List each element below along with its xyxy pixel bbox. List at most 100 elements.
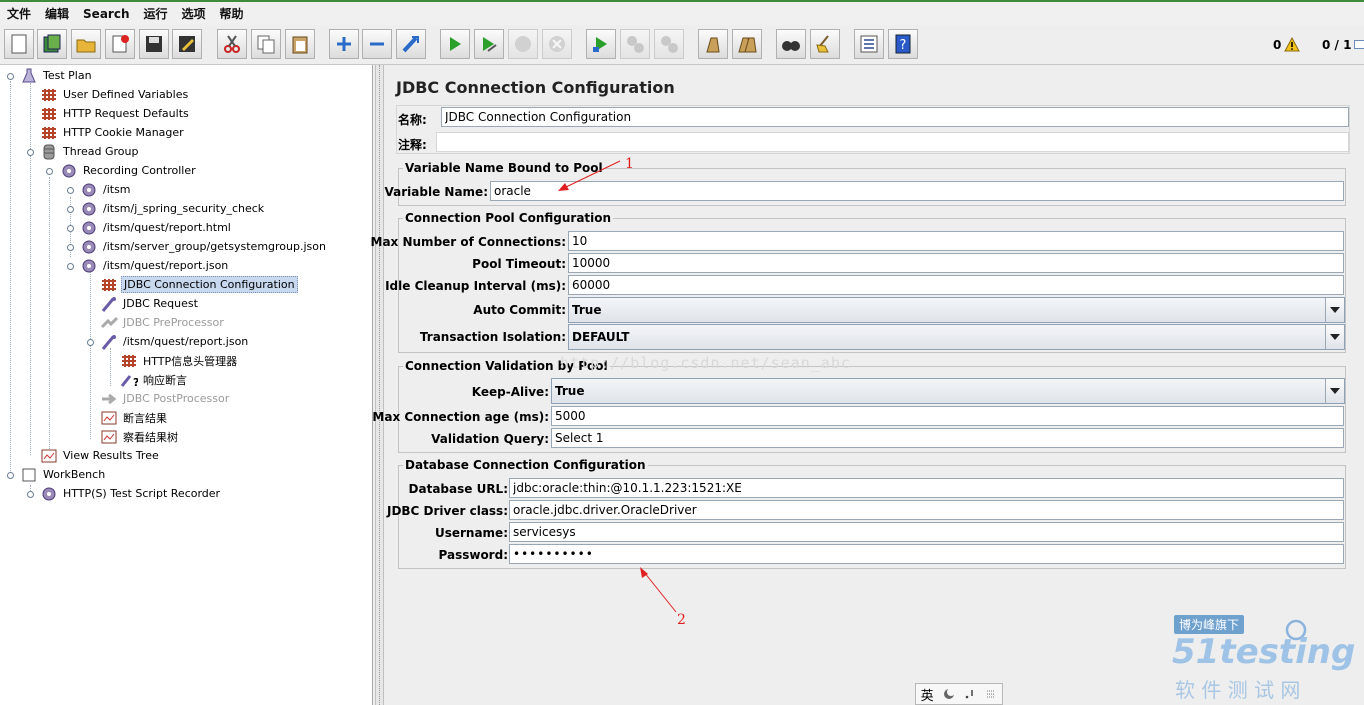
tree-node-jdbc-request[interactable]: JDBC Request bbox=[100, 294, 200, 313]
tree-node-jdbc-preprocessor[interactable]: JDBC PreProcessor bbox=[100, 313, 226, 332]
tree-node-label: 断言结果 bbox=[123, 411, 167, 425]
config-element-icon bbox=[42, 88, 56, 101]
clear-all-button[interactable] bbox=[732, 29, 762, 59]
validation-query-label: Validation Query: bbox=[431, 432, 549, 446]
panel-splitter[interactable] bbox=[375, 65, 384, 705]
moon-icon[interactable] bbox=[943, 688, 955, 700]
tree-node-spring-security-check[interactable]: /itsm/j_spring_security_check bbox=[80, 199, 266, 218]
collapse-icon bbox=[370, 42, 384, 46]
listener-icon bbox=[41, 449, 57, 462]
annotation-label-1: 1 bbox=[625, 156, 634, 172]
workbench-icon bbox=[22, 468, 36, 481]
tree-node-test-plan[interactable]: Test Plan bbox=[20, 66, 94, 85]
tree-node-getsystemgroup[interactable]: /itsm/server_group/getsystemgroup.json bbox=[80, 237, 328, 256]
tree-node-view-results-tree-cn[interactable]: 察看结果树 bbox=[100, 427, 180, 446]
tree-node-jdbc-postprocessor[interactable]: JDBC PostProcessor bbox=[100, 389, 231, 408]
warning-icon[interactable] bbox=[1284, 37, 1300, 52]
chevron-down-icon[interactable] bbox=[1325, 298, 1344, 322]
tree-node-http-header-manager[interactable]: HTTP信息头管理器 bbox=[120, 351, 239, 370]
copy-button[interactable] bbox=[251, 29, 281, 59]
chevron-down-icon[interactable] bbox=[1325, 325, 1344, 349]
open-button[interactable] bbox=[71, 29, 101, 59]
name-input[interactable] bbox=[441, 107, 1349, 127]
remote-exit-icon bbox=[661, 36, 678, 53]
tree-node-label: /itsm/quest/report.json bbox=[103, 259, 229, 272]
jdbc-driver-label: JDBC Driver class: bbox=[386, 504, 508, 518]
paste-button[interactable] bbox=[285, 29, 315, 59]
punctuation-icon[interactable] bbox=[964, 688, 976, 700]
tree-node-http-request-defaults[interactable]: HTTP Request Defaults bbox=[40, 104, 191, 123]
menu-options[interactable]: 选项 bbox=[175, 5, 213, 22]
config-element-icon bbox=[102, 278, 116, 291]
tree-node-thread-group[interactable]: Thread Group bbox=[40, 142, 140, 161]
remote-exit-button[interactable] bbox=[654, 29, 684, 59]
keep-alive-label: Keep-Alive: bbox=[471, 385, 549, 399]
test-plan-tree[interactable]: Test Plan User Defined Variables HTTP Re… bbox=[0, 65, 373, 705]
reset-search-button[interactable] bbox=[810, 29, 840, 59]
function-helper-icon bbox=[860, 35, 878, 53]
stop-button[interactable] bbox=[508, 29, 538, 59]
help-button[interactable]: ? bbox=[888, 29, 918, 59]
menu-help[interactable]: 帮助 bbox=[213, 5, 251, 22]
annotation-arrowhead-1 bbox=[558, 183, 569, 191]
remote-stop-button[interactable] bbox=[620, 29, 650, 59]
annotation-arrowhead-2 bbox=[640, 567, 648, 578]
tree-node-report-html[interactable]: /itsm/quest/report.html bbox=[80, 218, 233, 237]
collapse-all-button[interactable] bbox=[362, 29, 392, 59]
controller-icon bbox=[82, 183, 96, 196]
menu-search[interactable]: Search bbox=[76, 7, 136, 21]
keyboard-icon[interactable] bbox=[985, 688, 997, 700]
function-helper-button[interactable] bbox=[854, 29, 884, 59]
tree-node-http-cookie-manager[interactable]: HTTP Cookie Manager bbox=[40, 123, 186, 142]
watermark-url: http://blog.csdn.net/sean_abc bbox=[560, 354, 851, 372]
listener-icon bbox=[101, 430, 117, 443]
menu-file[interactable]: 文件 bbox=[0, 5, 38, 22]
remote-stop-icon bbox=[627, 36, 644, 53]
ime-toolbar[interactable]: 英 bbox=[915, 683, 1003, 705]
search-button[interactable] bbox=[776, 29, 806, 59]
new-icon bbox=[11, 34, 27, 54]
start-button[interactable] bbox=[440, 29, 470, 59]
tree-node-report-json[interactable]: /itsm/quest/report.json bbox=[80, 256, 230, 275]
comment-input[interactable] bbox=[436, 132, 1349, 152]
shutdown-button[interactable] bbox=[542, 29, 572, 59]
new-button[interactable] bbox=[4, 29, 34, 59]
tree-node-recording-controller[interactable]: Recording Controller bbox=[60, 161, 198, 180]
chevron-down-icon[interactable] bbox=[1325, 379, 1344, 403]
ime-language[interactable]: 英 bbox=[921, 685, 934, 704]
menu-run[interactable]: 运行 bbox=[136, 5, 174, 22]
tree-node-response-assertion[interactable]: ? 响应断言 bbox=[120, 370, 189, 389]
toggle-icon bbox=[402, 36, 419, 53]
clear-button[interactable] bbox=[698, 29, 728, 59]
cut-button[interactable] bbox=[217, 29, 247, 59]
toggle-button[interactable] bbox=[396, 29, 426, 59]
tree-node-jdbc-connection-configuration[interactable]: JDBC Connection Configuration bbox=[100, 275, 298, 294]
save-as-button[interactable] bbox=[172, 29, 202, 59]
tree-node-assertion-results[interactable]: 断言结果 bbox=[100, 408, 169, 427]
tree-node-user-defined-variables[interactable]: User Defined Variables bbox=[40, 85, 190, 104]
tree-node-report-json-sampler[interactable]: /itsm/quest/report.json bbox=[100, 332, 250, 351]
assertion-icon: ? bbox=[120, 374, 138, 388]
comment-label: 注释: bbox=[398, 138, 427, 152]
tree-node-label: 察看结果树 bbox=[123, 430, 178, 444]
close-file-button[interactable] bbox=[105, 29, 135, 59]
tree-node-label: Recording Controller bbox=[83, 164, 196, 177]
remote-start-button[interactable] bbox=[586, 29, 616, 59]
max-connection-age-label: Max Connection age (ms): bbox=[372, 410, 549, 424]
start-no-pause-button[interactable] bbox=[474, 29, 504, 59]
tree-node-workbench[interactable]: WorkBench bbox=[20, 465, 107, 484]
tree-node-label: 响应断言 bbox=[143, 373, 187, 387]
tree-node-label: HTTP Request Defaults bbox=[63, 107, 189, 120]
tree-node-label: JDBC PostProcessor bbox=[123, 392, 230, 405]
tree-node-https-test-script-recorder[interactable]: HTTP(S) Test Script Recorder bbox=[40, 484, 222, 503]
clear-all-icon bbox=[738, 37, 757, 53]
menu-edit[interactable]: 编辑 bbox=[38, 5, 76, 22]
tree-node-itsm[interactable]: /itsm bbox=[80, 180, 133, 199]
start-icon bbox=[450, 37, 461, 51]
tree-node-view-results-tree[interactable]: View Results Tree bbox=[40, 446, 161, 465]
templates-button[interactable] bbox=[37, 29, 67, 59]
expand-all-button[interactable] bbox=[329, 29, 359, 59]
reset-search-icon bbox=[816, 35, 829, 53]
save-button[interactable] bbox=[139, 29, 169, 59]
save-as-icon bbox=[179, 36, 195, 52]
